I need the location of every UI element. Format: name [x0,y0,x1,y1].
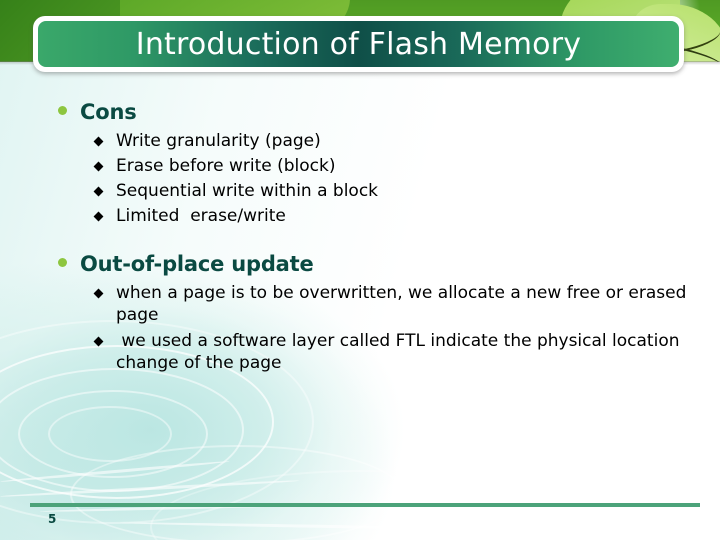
water-streak [0,459,230,484]
water-streak [120,521,540,532]
list-item: Sequential write within a block [93,180,720,202]
list-item: Erase before write (block) [93,155,720,177]
water-streak [0,479,300,498]
list-item-label: Sequential write within a block [116,181,379,202]
black-diamond-bullet-icon [93,161,104,172]
page-title: Introduction of Flash Memory [135,26,582,62]
out-of-place-bullet-list: when a page is to be overwritten, we all… [0,282,720,373]
ripple-ring [70,445,404,540]
black-diamond-bullet-icon [93,186,104,197]
slide-body: Cons Write granularity (page) Erase befo… [0,100,720,377]
list-item: when a page is to be overwritten, we all… [93,282,720,326]
green-dot-bullet-icon [58,106,67,115]
slide-title-plate: Introduction of Flash Memory [33,16,684,72]
green-dot-bullet-icon [58,258,67,268]
black-diamond-bullet-icon [93,288,104,299]
black-diamond-bullet-icon [93,136,104,147]
ripple-ring [48,406,172,462]
ripple-ring [18,390,208,478]
ripple-ring [0,368,244,492]
list-item: we used a software layer called FTL indi… [93,330,720,374]
list-item-label: when a page is to be overwritten, we all… [116,283,692,326]
list-item-label: Limited erase/write [116,206,286,227]
list-item: Write granularity (page) [93,130,720,152]
slide-title-gradient: Introduction of Flash Memory [38,21,679,67]
list-item: Limited erase/write [93,205,720,227]
section-heading-out-of-place-update: Out-of-place update [58,252,720,276]
list-item-label: Erase before write (block) [116,156,336,177]
presentation-slide: Introduction of Flash Memory Cons Write … [0,0,720,540]
section-heading-label: Out-of-place update [80,252,314,277]
black-diamond-bullet-icon [93,336,104,347]
section-heading-cons: Cons [58,100,720,124]
list-item-label: we used a software layer called FTL indi… [116,330,685,373]
cons-bullet-list: Write granularity (page) Erase before wr… [0,130,720,227]
black-diamond-bullet-icon [93,211,104,222]
page-number: 5 [48,512,57,526]
section-heading-label: Cons [80,100,137,124]
footer-rule [30,503,700,507]
list-item-label: Write granularity (page) [116,131,321,151]
